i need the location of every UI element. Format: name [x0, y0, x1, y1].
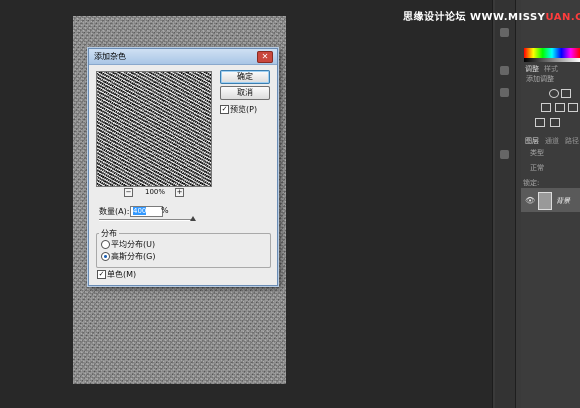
balance-icon[interactable] — [555, 103, 565, 112]
gaussian-label[interactable]: 高斯分布(G) — [111, 251, 155, 262]
brightness-icon[interactable] — [549, 89, 559, 98]
uniform-label[interactable]: 平均分布(U) — [111, 239, 155, 250]
levels-icon[interactable] — [561, 89, 571, 98]
add-adjust-label: 添加调整 — [526, 75, 554, 83]
noise-preview[interactable] — [96, 71, 212, 187]
cancel-button[interactable]: 取消 — [220, 86, 270, 100]
layer-name[interactable]: 背景 — [556, 196, 570, 206]
lock-label: 锁定: — [523, 179, 540, 187]
color-spectrum[interactable] — [524, 48, 580, 58]
tab-paths[interactable]: 路径 — [565, 136, 579, 146]
watermark: 思缘设计论坛 WWW.MISSYUAN.COM — [403, 8, 580, 23]
amount-input[interactable]: 400 — [130, 206, 163, 217]
blend-mode-select[interactable]: 正常 — [530, 163, 544, 173]
dialog-title: 添加杂色 — [94, 52, 126, 61]
zoom-level: 100% — [145, 188, 166, 196]
close-icon[interactable]: ✕ — [257, 51, 273, 63]
amount-slider-track[interactable] — [99, 219, 194, 221]
filter-type-select[interactable]: 类型 — [530, 148, 544, 158]
grayscale-ramp[interactable] — [524, 58, 580, 62]
tab-adjust[interactable]: 调整 — [525, 64, 539, 74]
visibility-eye-icon[interactable]: 👁 — [525, 196, 535, 205]
actions-icon[interactable] — [500, 88, 509, 97]
amount-slider-thumb[interactable] — [190, 216, 196, 221]
tab-layers[interactable]: 图层 — [525, 136, 539, 146]
panel-icon-column — [495, 0, 516, 408]
amount-label: 数量(A): — [99, 207, 130, 216]
monochromatic-label: 单色(M) — [107, 270, 137, 279]
brush-icon[interactable] — [500, 66, 509, 75]
posterize-icon[interactable] — [550, 118, 560, 127]
preview-label: 预览(P) — [230, 105, 258, 114]
ok-button[interactable]: 确定 — [220, 70, 270, 84]
preview-checkbox[interactable]: ✓ — [220, 105, 229, 114]
watermark-suffix: UAN.COM — [545, 12, 580, 23]
tab-channels[interactable]: 通道 — [545, 136, 559, 146]
info-icon[interactable] — [500, 150, 509, 159]
zoom-controls: − 100% + — [124, 188, 184, 198]
dialog-titlebar[interactable]: 添加杂色 ✕ — [89, 49, 277, 65]
amount-value: 400 — [133, 207, 147, 215]
history-icon[interactable] — [500, 28, 509, 37]
zoom-in-button[interactable]: + — [175, 188, 184, 197]
watermark-mid: WWW.MISSY — [469, 12, 546, 23]
monochromatic-checkbox[interactable]: ✓ — [97, 270, 106, 279]
tab-style[interactable]: 样式 — [544, 64, 558, 74]
bw-icon[interactable] — [568, 103, 578, 112]
add-noise-dialog: 添加杂色 ✕ − 100% + 确定 取消 ✓ 预览(P) 数量(A): 400… — [88, 48, 278, 286]
gaussian-radio[interactable] — [101, 252, 110, 261]
distribution-title: 分布 — [99, 228, 119, 239]
uniform-radio[interactable] — [101, 240, 110, 249]
watermark-prefix: 思缘设计论坛 — [403, 12, 470, 23]
layer-thumbnail — [538, 192, 552, 210]
invert-icon[interactable] — [535, 118, 545, 127]
zoom-out-button[interactable]: − — [124, 188, 133, 197]
amount-unit: % — [161, 206, 169, 215]
hue-icon[interactable] — [541, 103, 551, 112]
